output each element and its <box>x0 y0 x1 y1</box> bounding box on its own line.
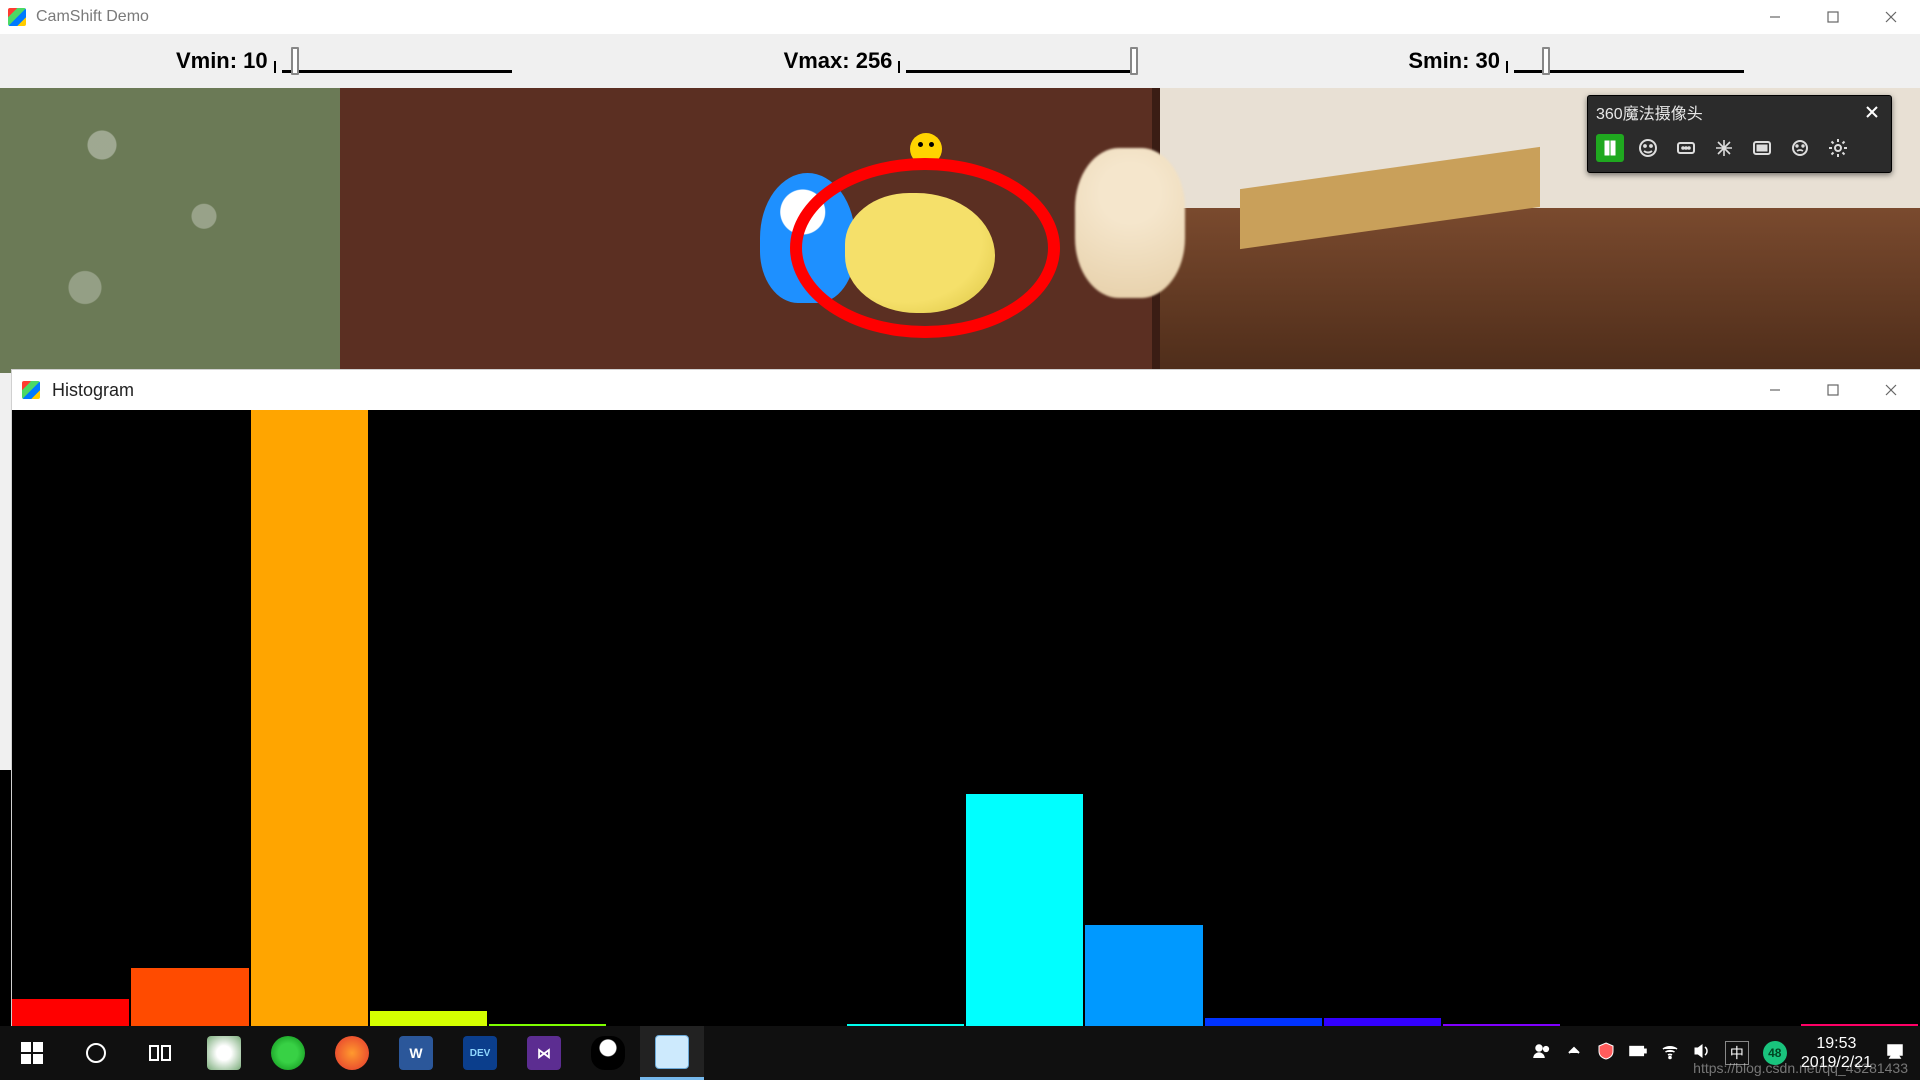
taskbar-app-browser360[interactable] <box>192 1026 256 1080</box>
overlay-settings-icon[interactable] <box>1824 134 1852 162</box>
vmin-slider[interactable] <box>282 43 512 79</box>
task-view-button[interactable] <box>128 1026 192 1080</box>
scene-shelf <box>1160 208 1920 373</box>
minimize-button[interactable] <box>1746 0 1804 34</box>
cortana-button[interactable] <box>64 1026 128 1080</box>
taskbar-app-visualstudio[interactable]: ⋈ <box>512 1026 576 1080</box>
histogram-minimize-button[interactable] <box>1746 370 1804 410</box>
tray-wifi-icon[interactable] <box>1661 1042 1679 1064</box>
tray-360-badge[interactable]: 48 <box>1763 1041 1787 1065</box>
taskbar-app-word[interactable]: W <box>384 1026 448 1080</box>
tray-clock-time: 19:53 <box>1801 1034 1872 1053</box>
overlay-capture-icon[interactable] <box>1748 134 1776 162</box>
scene-floral-panel <box>0 88 340 373</box>
tray-clock[interactable]: 19:53 2019/2/21 <box>1801 1034 1872 1072</box>
vmax-slider[interactable] <box>906 43 1136 79</box>
camera-overlay-close-button[interactable] <box>1861 101 1883 123</box>
histogram-bar <box>251 410 368 1030</box>
close-button[interactable] <box>1862 0 1920 34</box>
overlay-pause-button[interactable] <box>1596 134 1624 162</box>
histogram-canvas <box>12 410 1920 1030</box>
tray-volume-icon[interactable] <box>1693 1042 1711 1064</box>
taskbar-app-firefox[interactable] <box>320 1026 384 1080</box>
tray-chevron-up-icon[interactable] <box>1565 1042 1583 1064</box>
vmin-label: Vmin: 10 <box>176 48 268 74</box>
start-button[interactable] <box>0 1026 64 1080</box>
camshift-titlebar[interactable]: CamShift Demo <box>0 0 1920 34</box>
histogram-window: Histogram <box>12 370 1920 1030</box>
overlay-sparkle-icon[interactable] <box>1710 134 1738 162</box>
histogram-bar <box>1085 925 1202 1030</box>
histogram-close-button[interactable] <box>1862 370 1920 410</box>
app-icon <box>22 381 40 399</box>
taskbar-app-devcpp[interactable]: DEV <box>448 1026 512 1080</box>
taskbar-app-ie[interactable] <box>256 1026 320 1080</box>
smin-slider-group: Smin: 30 <box>1408 43 1744 79</box>
window-title: CamShift Demo <box>36 8 149 26</box>
overlay-share-icon[interactable] <box>1786 134 1814 162</box>
smin-slider[interactable] <box>1514 43 1744 79</box>
vmax-label: Vmax: 256 <box>784 48 893 74</box>
tray-security-icon[interactable] <box>1597 1042 1615 1064</box>
overlay-face-icon[interactable] <box>1634 134 1662 162</box>
taskbar[interactable]: W DEV ⋈ 中 48 19:53 2019/2/21 <box>0 1026 1920 1080</box>
vmin-slider-group: Vmin: 10 <box>176 43 512 79</box>
histogram-bar <box>131 968 248 1030</box>
tray-people-icon[interactable] <box>1533 1042 1551 1064</box>
vmax-slider-group: Vmax: 256 <box>784 43 1137 79</box>
scene-plush-toy <box>1075 148 1185 298</box>
maximize-button[interactable] <box>1804 0 1862 34</box>
camera-overlay-title: 360魔法摄像头 <box>1596 100 1703 124</box>
taskbar-app-qq[interactable] <box>576 1026 640 1080</box>
histogram-titlebar[interactable]: Histogram <box>12 370 1920 410</box>
histogram-maximize-button[interactable] <box>1804 370 1862 410</box>
histogram-bar <box>966 794 1083 1030</box>
taskbar-app-current[interactable] <box>640 1026 704 1080</box>
trackbar-panel: Vmin: 10 Vmax: 256 Smin: 30 <box>0 34 1920 88</box>
histogram-title: Histogram <box>52 380 134 401</box>
system-tray[interactable]: 中 48 19:53 2019/2/21 <box>1533 1026 1920 1080</box>
camera-overlay-toolbar[interactable]: 360魔法摄像头 <box>1587 95 1892 173</box>
tray-battery-icon[interactable] <box>1629 1042 1647 1064</box>
tray-notifications-icon[interactable] <box>1886 1042 1904 1064</box>
app-icon <box>8 8 26 26</box>
tray-clock-date: 2019/2/21 <box>1801 1053 1872 1072</box>
overlay-subtitle-icon[interactable] <box>1672 134 1700 162</box>
smin-label: Smin: 30 <box>1408 48 1500 74</box>
tracking-ellipse <box>790 158 1060 338</box>
tray-ime-indicator[interactable]: 中 <box>1725 1041 1749 1065</box>
